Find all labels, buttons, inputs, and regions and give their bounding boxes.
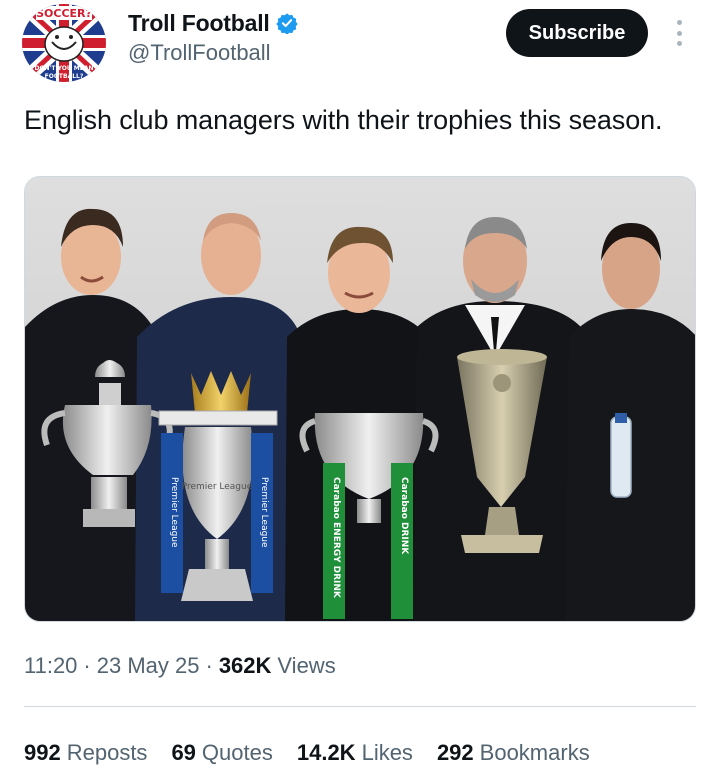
bookmarks-count: 292 (436, 740, 474, 765)
author-display-name[interactable]: Troll Football (128, 10, 270, 37)
quotes-label: Quotes (201, 740, 273, 765)
ribbon-text-pl-right: Premier League (259, 477, 269, 548)
more-dot (676, 20, 682, 25)
tweet-date[interactable]: 23 May 25 (97, 653, 200, 679)
avatar[interactable]: SOCCER? DON'T YOU MEAN FOOTBALL? (22, 4, 106, 82)
avatar-image: SOCCER? DON'T YOU MEAN FOOTBALL? (22, 4, 106, 82)
more-dot (676, 30, 682, 36)
quotes-count: 69 (171, 740, 196, 765)
views-count[interactable]: 362K (219, 653, 272, 679)
reposts-label: Reposts (66, 740, 148, 765)
divider (24, 706, 696, 707)
subscribe-button[interactable]: Subscribe (506, 9, 648, 57)
meta-separator: · (205, 653, 213, 678)
avatar-text-mid: DON'T YOU MEAN (34, 65, 93, 72)
engagement-stats: 992 Reposts 69 Quotes 14.2K Likes 292 Bo… (24, 740, 614, 766)
avatar-text-top: SOCCER? (36, 7, 92, 20)
tweet-header: SOCCER? DON'T YOU MEAN FOOTBALL? Troll F… (0, 0, 720, 90)
author-block: Troll Football @TrollFootball (128, 8, 298, 66)
verified-badge-icon[interactable] (275, 12, 298, 34)
tweet-media[interactable]: Premier League Premier League Premier Le… (24, 176, 696, 622)
ribbon-text-carabao-left: Carabao ENERGY DRINK (331, 477, 341, 599)
ribbon-text-pl-left: Premier League (169, 477, 179, 548)
reposts-stat[interactable]: 992 Reposts (24, 740, 147, 766)
views-label[interactable]: Views (277, 653, 335, 679)
ribbon-text-carabao-right: Carabao DRINK (399, 477, 409, 555)
trophy-engraving: Premier League (182, 482, 253, 492)
quotes-stat[interactable]: 69 Quotes (171, 740, 272, 766)
likes-count: 14.2K (296, 740, 356, 765)
more-dot (676, 41, 682, 46)
media-photo: Premier League Premier League Premier Le… (25, 177, 695, 621)
author-name-row: Troll Football (128, 8, 298, 38)
more-options-icon[interactable] (668, 18, 690, 48)
likes-label: Likes (361, 740, 413, 765)
bookmarks-label: Bookmarks (479, 740, 590, 765)
meta-separator: · (83, 653, 91, 678)
avatar-text-bottom: FOOTBALL? (45, 73, 84, 80)
tweet-meta: 11:20 · 23 May 25 · 362K Views (24, 653, 336, 679)
reposts-count: 992 (24, 740, 61, 765)
author-handle[interactable]: @TrollFootball (128, 40, 298, 66)
tweet-text: English club managers with their trophie… (24, 105, 663, 135)
bookmarks-stat[interactable]: 292 Bookmarks (437, 740, 590, 766)
likes-stat[interactable]: 14.2K Likes (297, 740, 413, 766)
tweet-time[interactable]: 11:20 (24, 653, 77, 679)
